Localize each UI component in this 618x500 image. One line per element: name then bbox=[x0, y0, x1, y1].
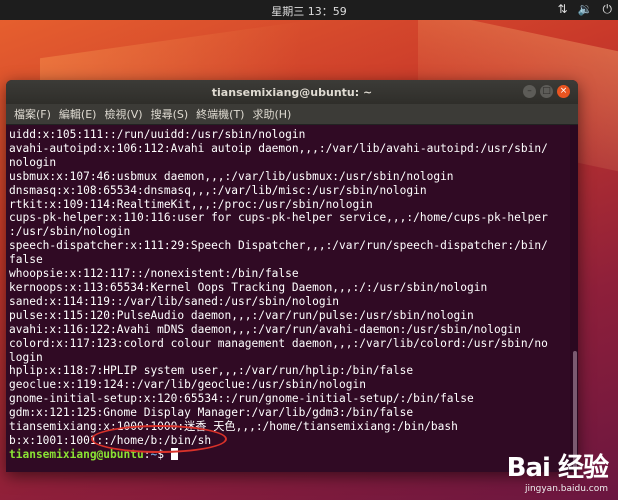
maximize-button[interactable]: □ bbox=[540, 85, 553, 98]
terminal-line: geoclue:x:119:124::/var/lib/geoclue:/usr… bbox=[9, 378, 366, 392]
terminal-line: nologin bbox=[9, 155, 57, 169]
power-icon[interactable]: ⏻ bbox=[603, 2, 613, 17]
terminal-line: avahi-autoipd:x:106:112:Avahi autoip dae… bbox=[9, 141, 548, 155]
menu-edit[interactable]: 編輯(E) bbox=[55, 106, 101, 122]
terminal-line: kernoops:x:113:65534:Kernel Oops Trackin… bbox=[9, 280, 488, 294]
menu-terminal[interactable]: 終端機(T) bbox=[192, 106, 248, 122]
terminal-line: usbmux:x:107:46:usbmux daemon,,,:/var/li… bbox=[9, 169, 454, 183]
menu-bar: 檔案(F) 編輯(E) 檢視(V) 搜尋(S) 終端機(T) 求助(H) bbox=[6, 104, 578, 125]
terminal-line: colord:x:117:123:colord colour managemen… bbox=[9, 336, 548, 350]
terminal-line: :/usr/sbin/nologin bbox=[9, 225, 131, 239]
annotation-circle bbox=[91, 425, 227, 453]
system-tray[interactable]: ⇅ 🔉 ⏻ bbox=[557, 2, 612, 17]
terminal-line: speech-dispatcher:x:111:29:Speech Dispat… bbox=[9, 239, 548, 253]
terminal-line: saned:x:114:119::/var/lib/saned:/usr/sbi… bbox=[9, 294, 340, 308]
terminal-line: gdm:x:121:125:Gnome Display Manager:/var… bbox=[9, 406, 414, 420]
window-titlebar[interactable]: tiansemixiang@ubuntu: ~ – □ × bbox=[6, 80, 578, 104]
menu-file[interactable]: 檔案(F) bbox=[10, 106, 55, 122]
watermark-brand: Bai 经验 bbox=[506, 453, 609, 483]
terminal-output[interactable]: uidd:x:105:111::/run/uuidd:/usr/sbin/nol… bbox=[6, 125, 578, 472]
terminal-line: rtkit:x:109:114:RealtimeKit,,,:/proc:/us… bbox=[9, 197, 373, 211]
terminal-window: tiansemixiang@ubuntu: ~ – □ × 檔案(F) 編輯(E… bbox=[6, 80, 578, 472]
menu-view[interactable]: 檢視(V) bbox=[100, 106, 146, 122]
terminal-line: pulse:x:115:120:PulseAudio daemon,,,:/va… bbox=[9, 308, 474, 322]
volume-icon[interactable]: 🔉 bbox=[578, 2, 593, 17]
menu-help[interactable]: 求助(H) bbox=[248, 106, 295, 122]
menu-search[interactable]: 搜尋(S) bbox=[147, 106, 193, 122]
top-panel: 星期三 13：59 ⇅ 🔉 ⏻ bbox=[0, 0, 618, 20]
terminal-line: gnome-initial-setup:x:120:65534::/run/gn… bbox=[9, 392, 474, 406]
terminal-line: whoopsie:x:112:117::/nonexistent:/bin/fa… bbox=[9, 267, 299, 281]
scrollbar[interactable] bbox=[570, 125, 578, 472]
terminal-line: cups-pk-helper:x:110:116:user for cups-p… bbox=[9, 211, 548, 225]
close-button[interactable]: × bbox=[557, 85, 570, 98]
prompt-line[interactable]: tiansemixiang@ubuntu:~$ bbox=[9, 447, 578, 462]
watermark-site: jingyan.baidu.com bbox=[524, 484, 608, 494]
watermark: Bai 经验 jingyan.baidu.com bbox=[506, 447, 609, 494]
terminal-line: avahi:x:116:122:Avahi mDNS daemon,,,:/va… bbox=[9, 322, 521, 336]
terminal-line: dnsmasq:x:108:65534:dnsmasq,,,:/var/lib/… bbox=[9, 183, 427, 197]
window-title: tiansemixiang@ubuntu: ~ bbox=[211, 86, 373, 99]
network-icon[interactable]: ⇅ bbox=[557, 2, 567, 17]
minimize-button[interactable]: – bbox=[523, 85, 536, 98]
clock[interactable]: 星期三 13：59 bbox=[0, 3, 618, 19]
terminal-line: hplip:x:118:7:HPLIP system user,,,:/var/… bbox=[9, 364, 414, 378]
terminal-line: uidd:x:105:111::/run/uuidd:/usr/sbin/nol… bbox=[9, 128, 306, 141]
terminal-line: login bbox=[9, 350, 43, 364]
terminal-line: tiansemixiang:x:1000:1000:迷香 天色,,,:/home… bbox=[9, 420, 458, 434]
terminal-line: false bbox=[9, 253, 43, 267]
